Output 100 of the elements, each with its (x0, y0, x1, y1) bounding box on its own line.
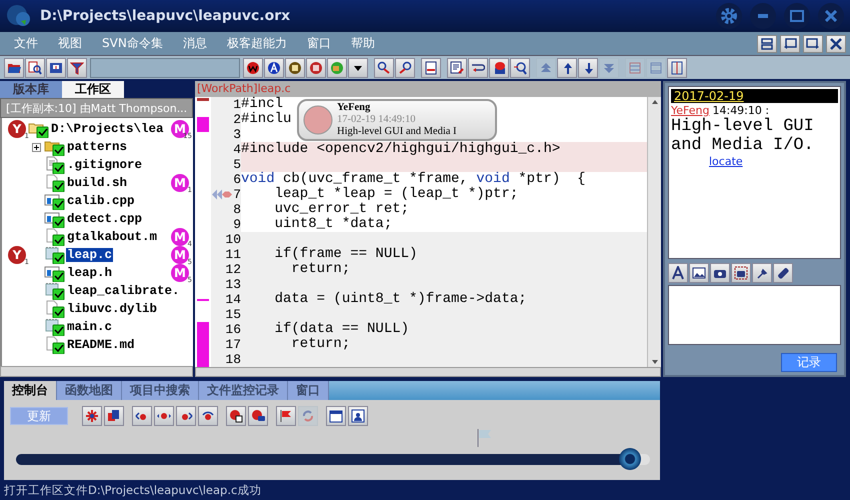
pin-button[interactable] (752, 262, 772, 283)
horizontal-scrollbar[interactable] (195, 367, 661, 378)
star-right-button[interactable] (176, 406, 196, 426)
head-button[interactable] (489, 58, 509, 78)
tree-item[interactable]: leap.h (66, 266, 114, 280)
star-left-button[interactable] (132, 406, 152, 426)
person-card-button[interactable] (348, 406, 368, 426)
slider-thumb[interactable] (618, 448, 641, 470)
picture-icon (692, 266, 706, 280)
minimize-button[interactable] (750, 2, 776, 29)
stop-circle-button[interactable] (306, 58, 326, 78)
tile-icon (760, 36, 774, 50)
open-folder-button[interactable] (4, 58, 24, 78)
line-number: 2 (233, 112, 241, 128)
console-tab[interactable]: 项目中搜索 (122, 381, 199, 400)
console-tab[interactable]: 函数地图 (57, 381, 122, 400)
picture-button[interactable] (689, 262, 709, 283)
tree-item[interactable]: patterns (66, 140, 128, 154)
line-number: 5 (233, 157, 241, 172)
calendar-icon (329, 409, 343, 424)
locate-link[interactable]: locate (709, 155, 743, 168)
columns-button[interactable] (667, 58, 687, 78)
tree-item[interactable]: detect.cpp (66, 212, 144, 226)
calendar-button[interactable] (326, 406, 346, 426)
tree-item[interactable]: leap.c (66, 248, 114, 262)
copies-button[interactable] (104, 406, 124, 426)
magnifier-button[interactable] (510, 58, 530, 78)
tree-item[interactable]: main.c (66, 320, 114, 334)
font-button[interactable] (668, 262, 688, 283)
tree-item[interactable]: leap_calibrate. (66, 284, 181, 298)
flag-button[interactable] (276, 406, 296, 426)
line-number: 1 (233, 97, 241, 112)
w-circle-button[interactable] (243, 58, 263, 78)
close-document-button[interactable] (826, 34, 846, 52)
console-tab[interactable]: 控制台 (4, 381, 57, 400)
dock-left-button[interactable] (780, 34, 800, 52)
ball-chat-button[interactable] (248, 406, 268, 426)
search-right-button[interactable] (374, 58, 394, 78)
expand-toggle[interactable] (32, 142, 41, 152)
file-check-icon (44, 318, 66, 336)
tree-item[interactable]: calib.cpp (66, 194, 136, 208)
file-check-icon (44, 246, 66, 264)
dropdown-caret-button[interactable] (348, 58, 368, 78)
chat-time: 14:49:10 : (712, 104, 770, 118)
wrap-arrow-button[interactable] (468, 58, 488, 78)
plus-box-icon (32, 142, 41, 152)
line-number: 9 (233, 217, 241, 232)
search-left-button[interactable] (395, 58, 415, 78)
ball-document-button[interactable] (226, 406, 246, 426)
line-number: 16 (225, 322, 241, 338)
maximize-button[interactable] (784, 2, 810, 29)
square-circle-button[interactable] (285, 58, 305, 78)
chat-date: 2017-02-19 (671, 89, 838, 104)
vertical-scrollbar[interactable] (647, 97, 661, 368)
tree-item[interactable]: build.sh (66, 176, 128, 190)
document-edit-button[interactable] (447, 58, 467, 78)
w-circle-icon (246, 60, 260, 75)
file-check-icon (44, 228, 66, 246)
tree-item[interactable]: README.md (66, 338, 136, 352)
window-title: D:\Projects\leapuvc\leapuvc.orx (40, 8, 292, 24)
dock-right-button[interactable] (803, 34, 823, 52)
console-tab[interactable]: 文件监控记录 (199, 381, 288, 400)
camera-selection-button[interactable] (731, 262, 751, 283)
line-number: 12 (225, 262, 241, 278)
tree-item[interactable]: libuvc.dylib (66, 302, 158, 316)
tree-item[interactable]: gtalkabout.m (66, 230, 158, 244)
chat-author[interactable]: YeFeng (671, 104, 710, 118)
path-field[interactable] (90, 58, 240, 78)
line-number: 8 (233, 202, 241, 218)
search-left-icon (398, 60, 412, 75)
star-both-button[interactable] (154, 406, 174, 426)
save-button[interactable] (46, 58, 66, 78)
panel-tab[interactable]: 工作区 (62, 81, 124, 98)
tree-item[interactable]: D:\Projects\lea (50, 122, 165, 136)
down-arrow-button[interactable] (578, 58, 598, 78)
find-document-icon (28, 60, 42, 75)
tree-item[interactable]: .gitignore (66, 158, 144, 172)
close-button[interactable] (818, 2, 844, 29)
find-document-button[interactable] (25, 58, 45, 78)
columns-icon (670, 60, 684, 75)
flag-icon (279, 409, 293, 424)
tile-button[interactable] (757, 34, 777, 52)
navigation-arrows-icon (212, 189, 232, 200)
bandage-button[interactable] (773, 262, 793, 283)
star-arc-button[interactable] (198, 406, 218, 426)
filter-button[interactable] (67, 58, 87, 78)
a-circle-icon (267, 60, 281, 75)
timeline-slider[interactable] (16, 448, 650, 470)
camera-button[interactable] (710, 262, 730, 283)
line-number: 7 (233, 187, 241, 202)
document-line-button[interactable] (421, 58, 441, 78)
horizontal-scrollbar[interactable] (0, 366, 193, 378)
up-arrow-button[interactable] (557, 58, 577, 78)
console-tab[interactable]: 窗口 (288, 381, 329, 400)
settings-button[interactable] (716, 2, 742, 29)
line-number: 3 (233, 127, 241, 142)
asterisk-star-button[interactable] (82, 406, 102, 426)
a-circle-button[interactable] (264, 58, 284, 78)
panel-tab[interactable]: 版本库 (0, 81, 62, 98)
chat-input-field[interactable] (668, 284, 841, 346)
